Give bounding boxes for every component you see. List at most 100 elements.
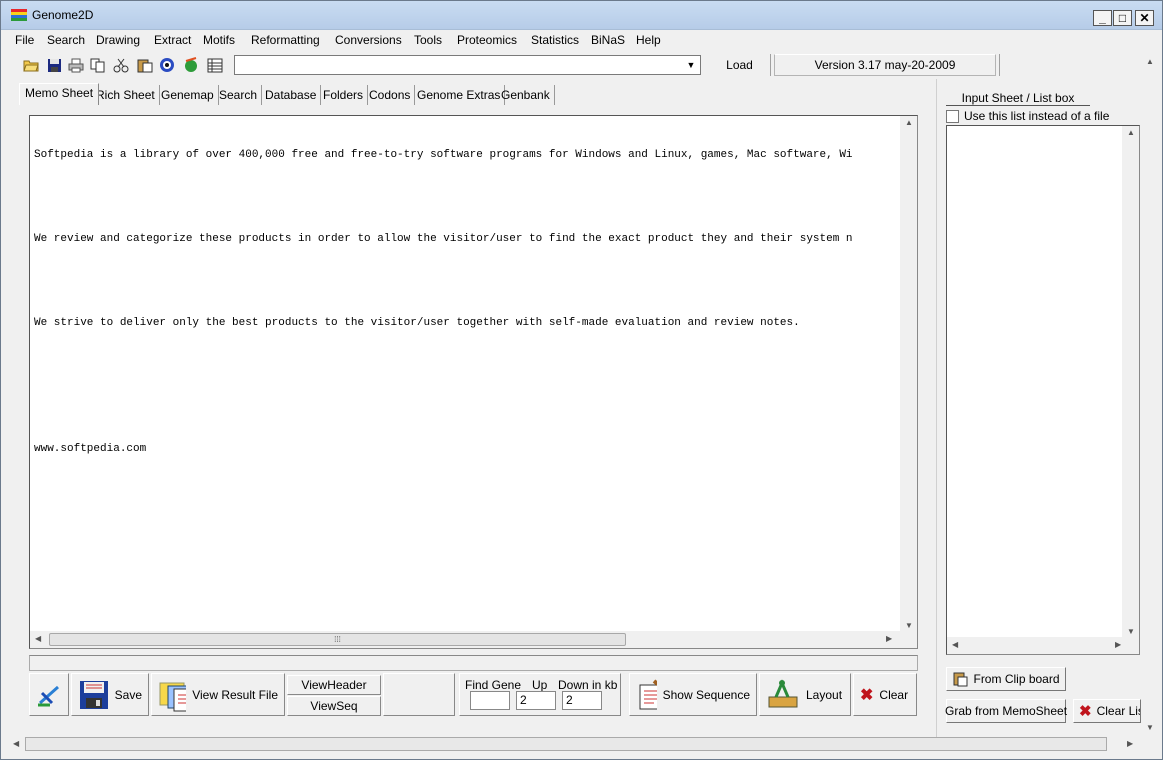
maximize-icon[interactable]: □	[1113, 10, 1132, 26]
menu-statistics[interactable]: Statistics	[531, 33, 579, 47]
close-icon[interactable]: ✕	[1135, 10, 1154, 26]
scroll-down-icon[interactable]: ▼	[1146, 723, 1154, 732]
clear-list-button[interactable]: ✖ Clear List	[1073, 699, 1141, 723]
version-label: Version 3.17 may-20-2009	[774, 54, 996, 76]
menu-search[interactable]: Search	[47, 33, 85, 47]
menu-bar: File Search Drawing Extract Motifs Refor…	[1, 30, 1162, 50]
use-list-label: Use this list instead of a file	[964, 109, 1110, 123]
save-button[interactable]: Save	[71, 673, 149, 716]
scroll-thumb[interactable]: ⁞⁞⁞	[49, 633, 626, 646]
menu-motifs[interactable]: Motifs	[203, 33, 235, 47]
tab-rich-sheet[interactable]: Rich Sheet	[92, 85, 160, 105]
scroll-right-icon[interactable]: ▶	[1127, 739, 1133, 748]
copy-icon[interactable]	[88, 55, 108, 75]
grab-from-memosheet-button[interactable]: Grab from MemoSheet	[945, 699, 1067, 723]
tab-genbank[interactable]: Genbank	[497, 85, 555, 105]
menu-tools[interactable]: Tools	[414, 33, 442, 47]
menu-file[interactable]: File	[15, 33, 34, 47]
menu-help[interactable]: Help	[636, 33, 661, 47]
find-gene-input[interactable]	[470, 691, 510, 710]
layout-tool-icon	[768, 678, 798, 707]
tab-search[interactable]: Search	[215, 85, 263, 105]
app-window: Genome2D _ □ ✕ File Search Drawing Extra…	[0, 0, 1163, 760]
menu-reformatting[interactable]: Reformatting	[251, 33, 320, 47]
cut-icon[interactable]	[111, 55, 131, 75]
paste-icon[interactable]	[135, 55, 155, 75]
view-result-file-label: View Result File	[192, 687, 278, 702]
input-listbox[interactable]: ▲ ▼ ◀ ▶	[946, 125, 1140, 655]
from-clipboard-button[interactable]: From Clip board	[946, 667, 1066, 691]
table-icon[interactable]	[205, 55, 225, 75]
scroll-right-icon[interactable]: ▶	[1115, 640, 1121, 649]
tab-database[interactable]: Database	[261, 85, 322, 105]
memo-text[interactable]: Softpedia is a library of over 400,000 f…	[34, 120, 902, 484]
clear-button[interactable]: ✖ Clear	[853, 673, 917, 716]
menu-conversions[interactable]: Conversions	[335, 33, 402, 47]
memo-line	[34, 400, 902, 414]
memo-line: We strive to deliver only the best produ…	[34, 317, 800, 329]
use-list-checkbox-row[interactable]: Use this list instead of a file	[946, 109, 1109, 123]
tab-codons[interactable]: Codons	[365, 85, 416, 105]
command-combo[interactable]: ▼	[234, 55, 701, 75]
scroll-right-icon[interactable]: ▶	[886, 634, 892, 643]
listbox-horizontal-scrollbar[interactable]: ◀ ▶	[947, 637, 1139, 654]
scroll-down-icon[interactable]: ▼	[905, 621, 913, 630]
menu-binas[interactable]: BiNaS	[591, 33, 625, 47]
clipboard-icon	[953, 672, 968, 687]
scroll-down-icon[interactable]: ▼	[1127, 627, 1135, 636]
scroll-up-icon[interactable]: ▲	[1127, 128, 1135, 137]
clear-label: Clear	[879, 687, 909, 702]
print-icon[interactable]	[66, 55, 86, 75]
result-files-icon	[159, 682, 187, 711]
scroll-left-icon[interactable]: ◀	[952, 640, 958, 649]
listbox-vertical-scrollbar[interactable]: ▲ ▼	[1122, 126, 1139, 638]
memo-sheet-editor[interactable]: Softpedia is a library of over 400,000 f…	[29, 115, 918, 649]
toolbar-spacer	[999, 54, 1139, 76]
minimize-icon[interactable]: _	[1093, 10, 1112, 26]
use-list-checkbox[interactable]	[946, 109, 959, 123]
window-title: Genome2D	[32, 8, 94, 22]
dna-globe-icon[interactable]	[181, 55, 201, 75]
view-result-file-button[interactable]: View Result File	[151, 673, 285, 716]
menu-extract[interactable]: Extract	[154, 33, 191, 47]
memo-line: We review and categorize these products …	[34, 233, 853, 245]
menu-proteomics[interactable]: Proteomics	[457, 33, 517, 47]
memo-horizontal-scrollbar[interactable]: ◀ ⁞⁞⁞ ▶	[30, 631, 917, 648]
scroll-up-icon[interactable]: ▲	[1146, 57, 1154, 66]
scroll-up-icon[interactable]: ▲	[905, 118, 913, 127]
scroll-thumb[interactable]	[25, 737, 1107, 751]
arrow-tool-button[interactable]	[29, 673, 69, 716]
status-strip	[29, 655, 918, 671]
memo-vertical-scrollbar[interactable]: ▲ ▼	[900, 116, 917, 632]
save-label: Save	[114, 687, 142, 702]
show-sequence-button[interactable]: Show Sequence	[629, 673, 757, 716]
clear-list-label: Clear List	[1096, 704, 1140, 718]
arrow-tool-icon	[38, 685, 59, 706]
input-sheet-title: Input Sheet / List box	[946, 91, 1090, 106]
window-vertical-scrollbar[interactable]: ▲ ▼	[1142, 51, 1159, 736]
view-seq-button[interactable]: ViewSeq	[287, 696, 381, 716]
load-button[interactable]: Load	[709, 54, 771, 76]
scroll-left-icon[interactable]: ◀	[35, 634, 41, 643]
view-header-button[interactable]: ViewHeader	[287, 675, 381, 695]
up-input[interactable]: 2	[516, 691, 556, 710]
tab-genome-extras[interactable]: Genome Extras	[413, 85, 506, 105]
tab-genemap[interactable]: Genemap	[157, 85, 219, 105]
memo-line	[34, 274, 902, 288]
view-eye-icon[interactable]	[157, 55, 177, 75]
down-in-kb-input[interactable]: 2	[562, 691, 602, 710]
clear-list-x-icon: ✖	[1079, 703, 1092, 720]
chevron-down-icon[interactable]: ▼	[683, 57, 699, 73]
memo-line	[34, 190, 902, 204]
layout-label: Layout	[806, 687, 843, 702]
open-folder-icon[interactable]	[21, 55, 41, 75]
scroll-left-icon[interactable]: ◀	[13, 739, 19, 748]
save-disk-icon[interactable]	[44, 55, 64, 75]
memo-line: www.softpedia.com	[34, 443, 147, 455]
layout-button[interactable]: Layout	[759, 673, 851, 716]
tab-memo-sheet[interactable]: Memo Sheet	[19, 83, 100, 105]
window-horizontal-scrollbar[interactable]: ◀ ▶	[9, 736, 1139, 753]
menu-drawing[interactable]: Drawing	[96, 33, 140, 47]
tab-folders[interactable]: Folders	[319, 85, 369, 105]
down-in-kb-label: Down in kb	[558, 678, 618, 692]
